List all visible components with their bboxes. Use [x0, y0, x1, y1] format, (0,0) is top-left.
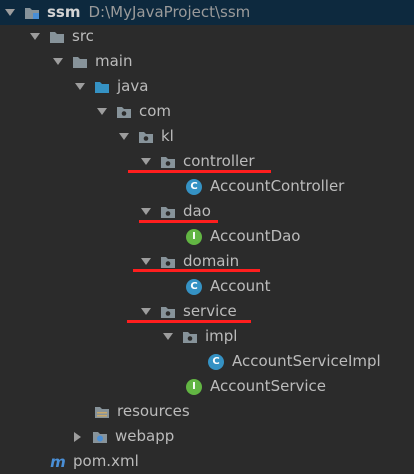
annotation-underline: [127, 320, 251, 323]
interface-icon: I: [186, 378, 202, 395]
tree-node-com[interactable]: com: [0, 99, 414, 124]
tree-node-account-dao[interactable]: I AccountDao: [0, 224, 414, 249]
tree-label: AccountController: [210, 177, 345, 195]
tree-node-account-controller[interactable]: C AccountController: [0, 174, 414, 199]
class-icon: C: [186, 278, 202, 295]
annotation-underline: [133, 269, 260, 272]
tree-node-main[interactable]: main: [0, 49, 414, 74]
project-path: D:\MyJavaProject\ssm: [88, 3, 251, 21]
chevron-down-icon[interactable]: [29, 31, 41, 43]
tree-node-src[interactable]: src: [0, 24, 414, 49]
annotation-underline: [128, 170, 271, 173]
tree-label: java: [117, 77, 149, 95]
tree-label: impl: [205, 327, 238, 345]
tree-node-webapp[interactable]: webapp: [0, 424, 414, 449]
chevron-down-icon[interactable]: [140, 206, 152, 218]
annotation-underline: [139, 220, 218, 223]
tree-label: kl: [161, 127, 174, 145]
package-icon: [138, 129, 154, 145]
interface-icon: I: [186, 228, 202, 245]
tree-label: com: [139, 102, 172, 120]
tree-label: pom.xml: [73, 452, 139, 470]
tree-label: AccountDao: [210, 227, 301, 245]
tree-node-account[interactable]: C Account: [0, 274, 414, 299]
package-icon: [160, 204, 176, 220]
project-name: ssm: [47, 3, 81, 21]
resources-folder-icon: [94, 404, 110, 420]
tree-node-java[interactable]: java: [0, 74, 414, 99]
tree-node-pom[interactable]: m pom.xml: [0, 449, 414, 474]
chevron-down-icon[interactable]: [140, 256, 152, 268]
folder-icon: [49, 29, 65, 45]
package-icon: [116, 104, 132, 120]
web-folder-icon: [92, 429, 108, 445]
chevron-down-icon[interactable]: [118, 131, 130, 143]
chevron-down-icon[interactable]: [52, 56, 64, 68]
chevron-down-icon[interactable]: [4, 7, 16, 19]
package-icon: [160, 254, 176, 270]
package-icon: [160, 304, 176, 320]
package-icon: [182, 329, 198, 345]
folder-icon: [72, 54, 88, 70]
tree-node-kl[interactable]: kl: [0, 124, 414, 149]
chevron-right-icon[interactable]: [72, 431, 84, 443]
tree-label: AccountService: [210, 377, 327, 395]
project-tree: ssm D:\MyJavaProject\ssm src main java c…: [0, 0, 414, 473]
tree-label: src: [72, 27, 94, 45]
tree-node-impl[interactable]: impl: [0, 324, 414, 349]
tree-label: Account: [210, 277, 271, 295]
package-icon: [160, 154, 176, 170]
chevron-down-icon[interactable]: [96, 106, 108, 118]
tree-label: resources: [117, 402, 190, 420]
chevron-down-icon[interactable]: [140, 156, 152, 168]
source-folder-icon: [94, 79, 110, 95]
chevron-down-icon[interactable]: [162, 331, 174, 343]
chevron-down-icon[interactable]: [74, 81, 86, 93]
tree-node-resources[interactable]: resources: [0, 399, 414, 424]
maven-icon: m: [50, 452, 66, 471]
class-icon: C: [186, 178, 202, 195]
tree-node-account-service-impl[interactable]: C AccountServiceImpl: [0, 349, 414, 374]
module-folder-icon: [24, 5, 40, 21]
tree-node-ssm[interactable]: ssm D:\MyJavaProject\ssm: [0, 0, 414, 25]
tree-label: AccountServiceImpl: [232, 352, 381, 370]
tree-node-account-service[interactable]: I AccountService: [0, 374, 414, 399]
class-icon: C: [208, 353, 224, 370]
tree-label: main: [95, 52, 133, 70]
tree-label: webapp: [115, 427, 175, 445]
chevron-down-icon[interactable]: [140, 306, 152, 318]
